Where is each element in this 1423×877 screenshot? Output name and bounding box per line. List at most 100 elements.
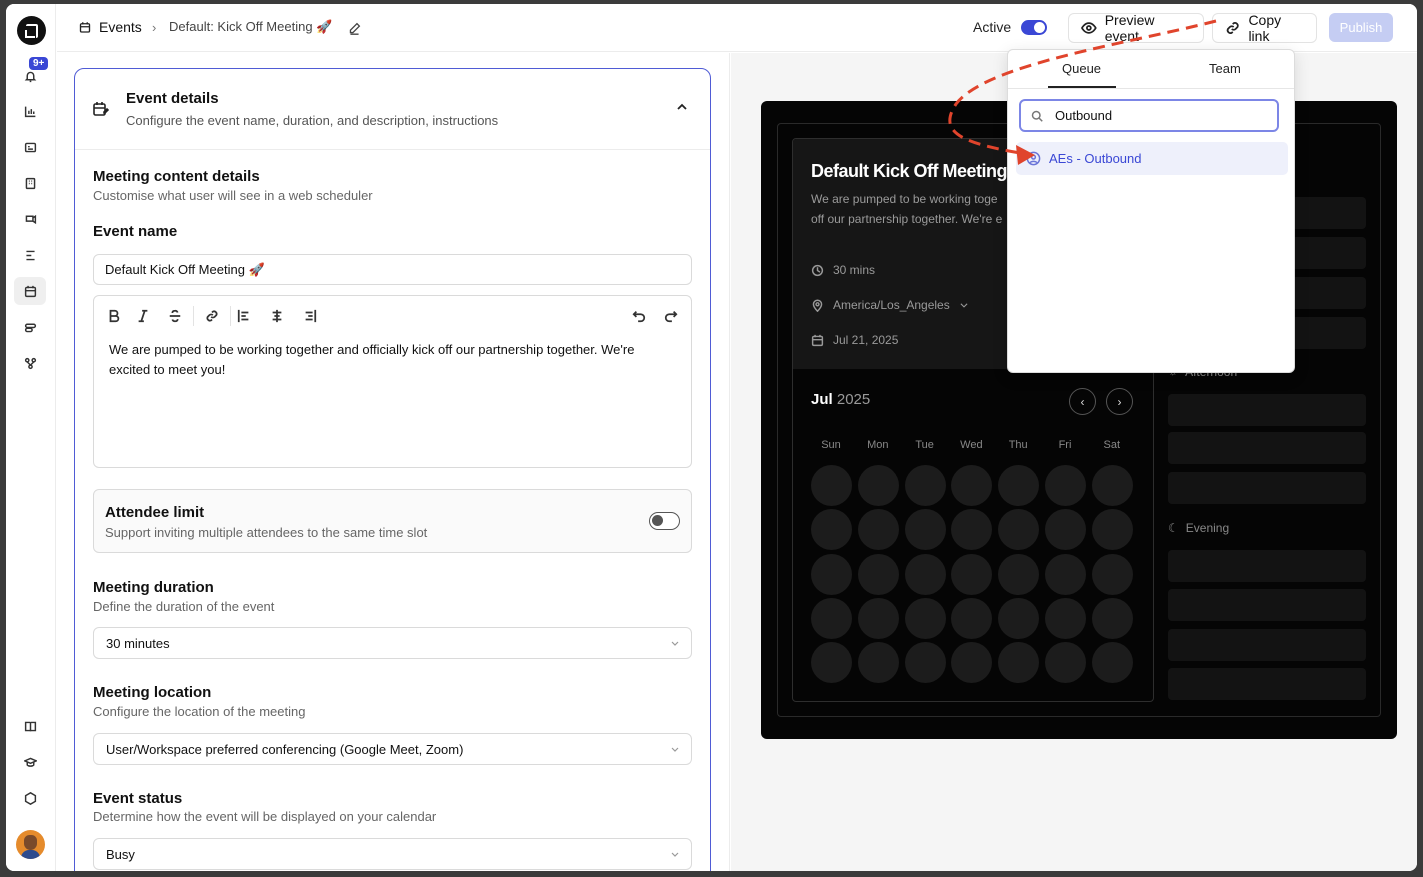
calendar-day[interactable] — [857, 597, 899, 639]
book-icon[interactable] — [14, 712, 46, 740]
link-icon[interactable] — [202, 306, 222, 326]
calendar-day[interactable] — [1045, 553, 1086, 595]
publish-button[interactable]: Publish — [1329, 13, 1393, 42]
app-logo[interactable] — [17, 16, 46, 45]
calendar-day[interactable] — [1045, 509, 1086, 551]
align-right-icon[interactable] — [300, 306, 320, 326]
calendar-day[interactable] — [1091, 553, 1133, 595]
align-center-icon[interactable] — [267, 306, 287, 326]
location-select[interactable]: User/Workspace preferred conferencing (G… — [93, 733, 692, 765]
calendar-day[interactable] — [904, 597, 946, 639]
calendar-day[interactable] — [857, 465, 899, 506]
calendar-day[interactable] — [811, 553, 852, 595]
description-text[interactable]: We are pumped to be working together and… — [109, 340, 679, 380]
italic-icon[interactable] — [133, 306, 153, 326]
description-editor[interactable]: We are pumped to be working together and… — [93, 295, 692, 468]
calendar-day[interactable] — [811, 597, 852, 639]
routing-icon[interactable] — [14, 205, 46, 233]
event-details-title: Event details — [126, 90, 219, 107]
preview-duration-text: 30 mins — [833, 263, 876, 277]
user-avatar[interactable] — [16, 830, 45, 859]
calendar-day[interactable] — [998, 597, 1040, 639]
calendar-day[interactable] — [1045, 597, 1086, 639]
duration-value: 30 minutes — [106, 635, 170, 651]
calendar-day[interactable] — [1091, 642, 1133, 684]
event-settings-panel: Event details Configure the event name, … — [57, 53, 730, 871]
calendar-day[interactable] — [998, 553, 1040, 595]
calendar-day[interactable] — [951, 509, 993, 551]
calendar-icon[interactable] — [14, 277, 46, 305]
graduation-cap-icon[interactable] — [14, 748, 46, 776]
calendar-day[interactable] — [1091, 509, 1133, 551]
calendar-day[interactable] — [857, 509, 899, 551]
breadcrumb-events[interactable]: Events — [99, 19, 142, 35]
calendar-day[interactable] — [1045, 642, 1086, 684]
queue-option-aes-outbound[interactable]: AEs - Outbound — [1016, 142, 1288, 175]
queue-search-input[interactable]: Outbound — [1019, 99, 1279, 132]
chevron-down-icon — [960, 303, 968, 308]
status-select[interactable]: Busy — [93, 838, 692, 870]
time-slot[interactable] — [1168, 668, 1366, 700]
bold-icon[interactable] — [104, 306, 124, 326]
calendar-day[interactable] — [904, 465, 946, 506]
calendar-day[interactable] — [998, 509, 1040, 551]
eye-icon — [1081, 22, 1097, 34]
prev-month-button[interactable]: ‹ — [1069, 388, 1096, 415]
integrations-icon[interactable] — [14, 313, 46, 341]
git-branch-icon[interactable] — [14, 349, 46, 377]
toolbar-divider — [193, 306, 194, 326]
calendar-day[interactable] — [904, 553, 946, 595]
align-left-icon[interactable] — [234, 306, 254, 326]
active-toggle[interactable] — [1021, 20, 1047, 35]
time-slot[interactable] — [1168, 472, 1366, 504]
time-slot[interactable] — [1168, 550, 1366, 582]
link-icon — [1226, 22, 1239, 34]
workflow-icon[interactable] — [14, 241, 46, 269]
attendee-limit-toggle[interactable] — [649, 512, 680, 530]
map-pin-icon — [812, 299, 823, 312]
building-icon[interactable] — [14, 169, 46, 197]
calendar-day[interactable] — [904, 509, 946, 551]
event-details-header[interactable]: Event details Configure the event name, … — [75, 69, 710, 150]
time-slot[interactable] — [1168, 589, 1366, 621]
strikethrough-icon[interactable] — [165, 306, 185, 326]
preview-event-button[interactable]: Preview event — [1068, 12, 1204, 44]
calendar-day[interactable] — [951, 597, 993, 639]
duration-select[interactable]: 30 minutes — [93, 627, 692, 659]
preview-timezone[interactable]: America/Los_Angeles — [811, 298, 969, 312]
contacts-icon[interactable] — [14, 133, 46, 161]
copy-link-button[interactable]: Copy link — [1212, 12, 1317, 44]
calendar-icon — [79, 22, 91, 33]
event-name-input[interactable]: Default Kick Off Meeting 🚀 — [93, 254, 692, 285]
calendar-day[interactable] — [951, 642, 993, 684]
next-month-button[interactable]: › — [1106, 388, 1133, 415]
calendar-day[interactable] — [951, 465, 993, 506]
calendar-day[interactable] — [998, 465, 1040, 506]
calendar-day[interactable] — [857, 553, 899, 595]
undo-icon[interactable] — [629, 306, 649, 326]
chevron-down-icon — [671, 747, 679, 752]
tab-team[interactable]: Team — [1209, 61, 1241, 76]
tab-queue[interactable]: Queue — [1062, 61, 1101, 76]
calendar-day[interactable] — [951, 553, 993, 595]
time-slot[interactable] — [1168, 629, 1366, 661]
time-slot[interactable] — [1168, 432, 1366, 464]
calendar-day[interactable] — [811, 465, 852, 506]
calendar-day[interactable] — [857, 642, 899, 684]
calendar-day[interactable] — [811, 642, 852, 684]
edit-pencil-icon[interactable] — [348, 22, 361, 35]
calendar-day[interactable] — [1045, 465, 1086, 506]
calendar-day[interactable] — [1091, 597, 1133, 639]
calendar-day[interactable] — [904, 642, 946, 684]
assignee-dropdown: Queue Team Outbound AEs - Outbound — [1007, 49, 1295, 373]
queue-option-label: AEs - Outbound — [1049, 151, 1142, 166]
chevron-up-icon[interactable] — [676, 101, 688, 113]
calendar-day[interactable] — [811, 509, 852, 551]
calendar-day[interactable] — [1091, 465, 1133, 506]
time-slot[interactable] — [1168, 394, 1366, 426]
analytics-icon[interactable] — [14, 97, 46, 125]
duration-title: Meeting duration — [93, 579, 214, 596]
calendar-day[interactable] — [998, 642, 1040, 684]
hexagon-help-icon[interactable] — [14, 784, 46, 812]
redo-icon[interactable] — [661, 306, 681, 326]
